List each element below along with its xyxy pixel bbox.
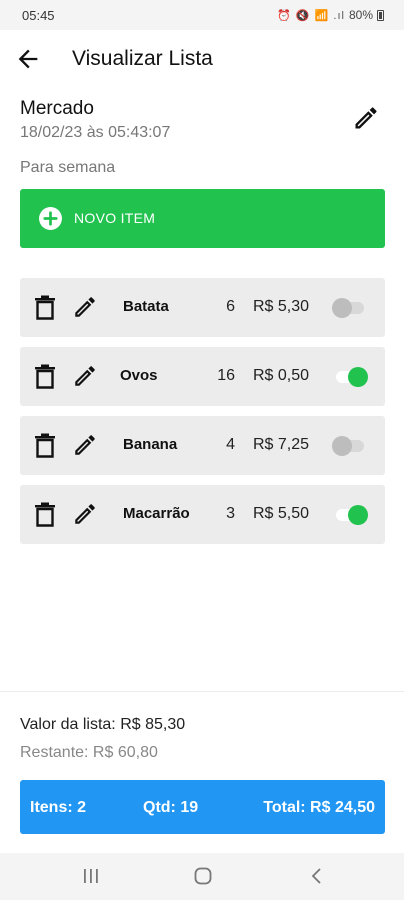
list-item: Banana 4 R$ 7,25 [20, 416, 385, 475]
new-item-label: NOVO ITEM [74, 210, 156, 226]
item-quantity: 3 [226, 505, 235, 522]
new-item-button[interactable]: NOVO ITEM [20, 189, 385, 248]
app-bar: Visualizar Lista [0, 30, 404, 88]
pencil-icon [75, 297, 95, 317]
home-button[interactable] [194, 867, 212, 885]
list-item: Ovos 16 R$ 0,50 [20, 347, 385, 406]
plus-circle-icon [39, 207, 62, 230]
edit-item-button[interactable] [72, 294, 98, 320]
system-back-button[interactable] [310, 867, 324, 885]
status-icons: ⏰ 🔇 📶 .ıl [277, 9, 345, 22]
delete-item-button[interactable] [34, 295, 56, 320]
item-checked-toggle[interactable] [332, 298, 366, 318]
item-quantity: 16 [217, 367, 235, 384]
item-name: Macarrão [123, 505, 190, 522]
home-icon [194, 867, 212, 885]
pencil-icon [75, 435, 95, 455]
divider [0, 691, 404, 692]
trash-icon [35, 502, 55, 527]
edit-item-button[interactable] [72, 501, 98, 527]
status-indicators: ⏰ 🔇 📶 .ıl 80% [277, 8, 384, 22]
summary-items: Itens: 2 [30, 799, 87, 816]
arrow-left-icon [18, 49, 38, 69]
item-price: R$ 7,25 [253, 436, 310, 453]
list-date: 18/02/23 às 05:43:07 [20, 124, 171, 141]
item-checked-toggle[interactable] [332, 436, 366, 456]
pencil-icon [75, 366, 95, 386]
list-remaining: Restante: R$ 60,80 [20, 744, 158, 761]
trash-icon [35, 364, 55, 389]
item-list: Batata 6 R$ 5,30 Ovos 16 R$ 0,50 Banana … [20, 278, 385, 554]
item-quantity: 4 [226, 436, 235, 453]
item-checked-toggle[interactable] [334, 367, 368, 387]
summary-quantity: Qtd: 19 [143, 799, 199, 816]
edit-list-button[interactable] [352, 104, 380, 132]
item-price: R$ 0,50 [253, 367, 310, 384]
recents-button[interactable] [82, 868, 100, 884]
trash-icon [35, 433, 55, 458]
item-checked-toggle[interactable] [334, 505, 368, 525]
recents-icon [84, 869, 98, 883]
item-name: Banana [123, 436, 178, 453]
pencil-icon [355, 107, 377, 129]
summary-bar: Itens: 2 Qtd: 19 Total: R$ 24,50 [20, 780, 385, 834]
item-price: R$ 5,50 [253, 505, 310, 522]
list-description: Para semana [20, 159, 116, 176]
list-name: Mercado [20, 98, 94, 119]
edit-item-button[interactable] [72, 432, 98, 458]
battery-icon [377, 9, 384, 21]
chevron-left-icon [311, 868, 321, 884]
item-quantity: 6 [226, 298, 235, 315]
summary-total: Total: R$ 24,50 [263, 799, 375, 816]
page-title: Visualizar Lista [72, 47, 213, 70]
item-name: Batata [123, 298, 169, 315]
toggle-thumb [348, 367, 368, 387]
list-total-value: Valor da lista: R$ 85,30 [20, 716, 186, 733]
pencil-icon [75, 504, 95, 524]
item-price: R$ 5,30 [253, 298, 310, 315]
status-time: 05:45 [22, 8, 55, 23]
system-nav-bar [0, 853, 404, 900]
delete-item-button[interactable] [34, 502, 56, 527]
delete-item-button[interactable] [34, 433, 56, 458]
edit-item-button[interactable] [72, 363, 98, 389]
list-item: Macarrão 3 R$ 5,50 [20, 485, 385, 544]
toggle-thumb [348, 505, 368, 525]
status-bar: 05:45 ⏰ 🔇 📶 .ıl 80% [0, 0, 404, 30]
delete-item-button[interactable] [34, 364, 56, 389]
toggle-thumb [332, 436, 352, 456]
toggle-thumb [332, 298, 352, 318]
back-button[interactable] [14, 45, 42, 73]
trash-icon [35, 295, 55, 320]
battery-percent: 80% [348, 8, 373, 22]
list-item: Batata 6 R$ 5,30 [20, 278, 385, 337]
item-name: Ovos [120, 367, 158, 384]
